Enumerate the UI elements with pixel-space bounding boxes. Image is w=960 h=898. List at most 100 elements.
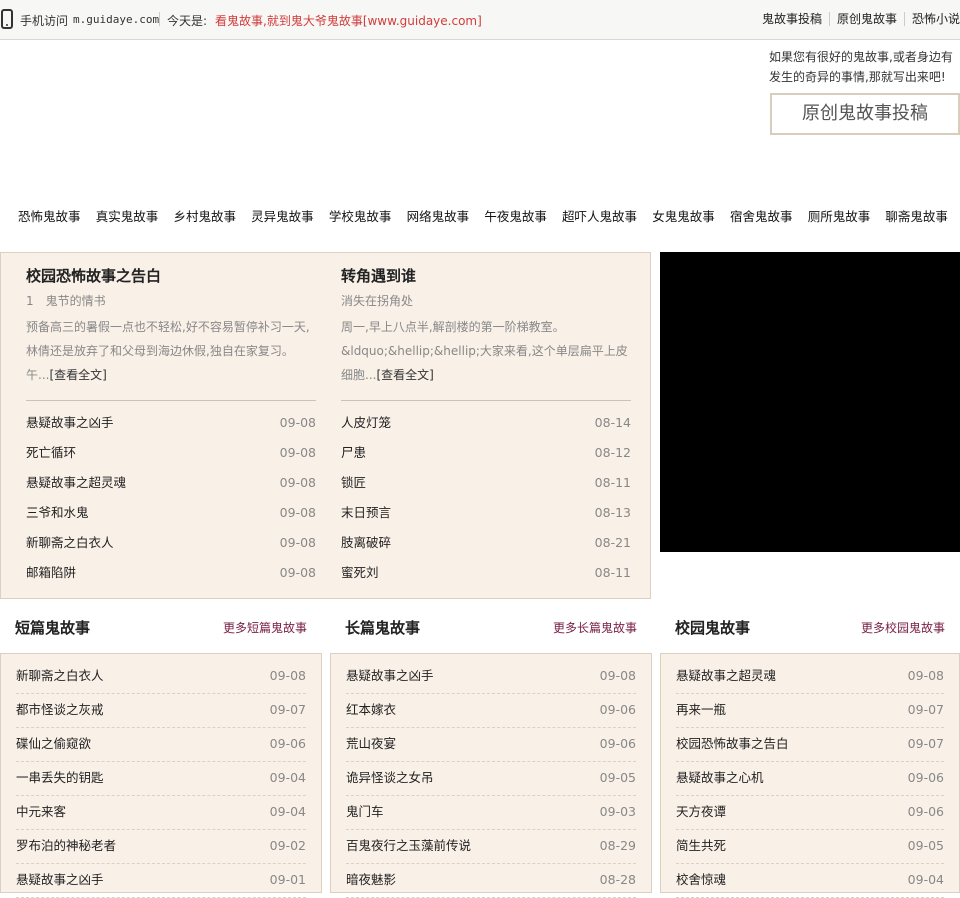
list-item[interactable]: 三爷和水鬼 09-08 [26, 500, 316, 530]
list-item[interactable]: 都市怪谈之灰戒 09-07 [16, 694, 306, 728]
list-item-title[interactable]: 肢离破碎 [341, 530, 391, 560]
list-item[interactable]: 简生共死 09-05 [676, 830, 944, 864]
list-item-title[interactable]: 死亡循环 [26, 440, 76, 470]
nav-item[interactable]: 宿舍鬼故事 [730, 206, 793, 225]
more-link[interactable]: 更多校园鬼故事 [861, 619, 945, 636]
list-item-title[interactable]: 悬疑故事之凶手 [26, 410, 114, 440]
list-item-date: 08-21 [594, 535, 631, 550]
nav-item[interactable]: 午夜鬼故事 [484, 206, 547, 225]
nav-item[interactable]: 厕所鬼故事 [808, 206, 871, 225]
more-link[interactable]: 更多长篇鬼故事 [553, 619, 637, 636]
list-item[interactable]: 百鬼夜行之玉藻前传说 08-29 [346, 830, 636, 864]
list-item[interactable]: 碟仙之偷窥欲 09-06 [16, 728, 306, 762]
list-item-title[interactable]: 天方夜谭 [676, 796, 726, 829]
list-item-title[interactable]: 新聊斋之白衣人 [26, 530, 114, 560]
list-item[interactable]: 悬疑故事之心机 09-06 [676, 762, 944, 796]
list-item-title[interactable]: 悬疑故事之凶手 [346, 660, 434, 693]
featured-title[interactable]: 校园恐怖故事之告白 [26, 265, 161, 286]
list-item[interactable]: 肢离破碎 08-21 [341, 530, 631, 560]
list-item-title[interactable]: 蜜死刘 [341, 560, 379, 590]
list-item[interactable]: 邮箱陷阱 09-08 [26, 560, 316, 590]
list-item-title[interactable]: 鬼门车 [346, 796, 384, 829]
list-item-title[interactable]: 尸患 [341, 440, 366, 470]
list-item[interactable]: 悬疑故事之凶手 09-08 [26, 410, 316, 440]
list-item-title[interactable]: 悬疑故事之心机 [676, 762, 764, 795]
list-item[interactable]: 诡异怪谈之女吊 09-05 [346, 762, 636, 796]
section-title: 长篇鬼故事 [345, 619, 421, 637]
list-item[interactable]: 悬疑故事之超灵魂 09-08 [676, 660, 944, 694]
list-item[interactable]: 鬼门车 09-03 [346, 796, 636, 830]
more-link[interactable]: 更多短篇鬼故事 [223, 619, 307, 636]
mobile-access-link[interactable]: 手机访问 [20, 12, 68, 29]
list-item[interactable]: 罗布泊的神秘老者 09-02 [16, 830, 306, 864]
list-item-date: 09-04 [269, 770, 306, 785]
list-item[interactable]: 新聊斋之白衣人 09-08 [26, 530, 316, 560]
list-item[interactable]: 校舍惊魂 09-04 [676, 864, 944, 898]
list-item[interactable]: 一串丢失的钥匙 09-04 [16, 762, 306, 796]
list-item-date: 09-08 [599, 668, 636, 683]
list-item[interactable]: 红本嫁衣 09-06 [346, 694, 636, 728]
nav-item[interactable]: 灵异鬼故事 [251, 206, 314, 225]
list-item[interactable]: 新聊斋之白衣人 09-08 [16, 660, 306, 694]
list-item-title[interactable]: 锁匠 [341, 470, 366, 500]
list-item[interactable]: 暗夜魅影 08-28 [346, 864, 636, 898]
list-item-title[interactable]: 暗夜魅影 [346, 864, 396, 897]
list-item-title[interactable]: 一串丢失的钥匙 [16, 762, 104, 795]
nav-item[interactable]: 女鬼鬼故事 [652, 206, 715, 225]
nav-item[interactable]: 真实鬼故事 [96, 206, 159, 225]
list-item-title[interactable]: 荒山夜宴 [346, 728, 396, 761]
list-item-title[interactable]: 悬疑故事之超灵魂 [676, 660, 776, 693]
nav-item[interactable]: 网络鬼故事 [407, 206, 470, 225]
list-item-title[interactable]: 悬疑故事之超灵魂 [26, 470, 126, 500]
list-item-title[interactable]: 诡异怪谈之女吊 [346, 762, 434, 795]
top-link-original[interactable]: 原创鬼故事 [828, 12, 904, 26]
list-item-title[interactable]: 人皮灯笼 [341, 410, 391, 440]
list-item-title[interactable]: 校园恐怖故事之告白 [676, 728, 789, 761]
nav-item[interactable]: 恐怖鬼故事 [18, 206, 81, 225]
featured-list: 人皮灯笼 08-14 尸患 08-12 锁匠 08-11 末日预言 08-13 肢离破碎… [341, 410, 631, 590]
nav-item[interactable]: 超吓人鬼故事 [562, 206, 637, 225]
list-item-title[interactable]: 三爷和水鬼 [26, 500, 89, 530]
list-item[interactable]: 再来一瓶 09-07 [676, 694, 944, 728]
list-item-title[interactable]: 校舍惊魂 [676, 864, 726, 897]
contribute-button[interactable]: 原创鬼故事投稿 [770, 93, 960, 135]
list-item[interactable]: 荒山夜宴 09-06 [346, 728, 636, 762]
list-item[interactable]: 尸患 08-12 [341, 440, 631, 470]
nav-item[interactable]: 乡村鬼故事 [173, 206, 236, 225]
list-item[interactable]: 死亡循环 09-08 [26, 440, 316, 470]
list-item[interactable]: 蜜死刘 08-11 [341, 560, 631, 590]
list-item[interactable]: 末日预言 08-13 [341, 500, 631, 530]
list-item-title[interactable]: 新聊斋之白衣人 [16, 660, 104, 693]
list-item-title[interactable]: 简生共死 [676, 830, 726, 863]
today-label: 今天是: [167, 14, 208, 28]
list-item[interactable]: 天方夜谭 09-06 [676, 796, 944, 830]
list-item-title[interactable]: 碟仙之偷窥欲 [16, 728, 91, 761]
list-item[interactable]: 中元来客 09-04 [16, 796, 306, 830]
list-item-title[interactable]: 悬疑故事之凶手 [16, 864, 104, 897]
list-item-date: 09-08 [279, 565, 316, 580]
top-link-contribute[interactable]: 鬼故事投稿 [755, 12, 829, 26]
featured-title[interactable]: 转角遇到谁 [341, 265, 416, 286]
list-item[interactable]: 校园恐怖故事之告白 09-07 [676, 728, 944, 762]
list-item[interactable]: 悬疑故事之超灵魂 09-08 [26, 470, 316, 500]
video-player[interactable] [660, 252, 960, 552]
list-item[interactable]: 悬疑故事之凶手 09-01 [16, 864, 306, 898]
list-item-title[interactable]: 罗布泊的神秘老者 [16, 830, 116, 863]
list-item-title[interactable]: 邮箱陷阱 [26, 560, 76, 590]
list-item-title[interactable]: 都市怪谈之灰戒 [16, 694, 104, 727]
list-item[interactable]: 锁匠 08-11 [341, 470, 631, 500]
list-item-title[interactable]: 百鬼夜行之玉藻前传说 [346, 830, 471, 863]
read-more-link[interactable]: [查看全文] [49, 368, 106, 382]
top-link-horror-novel[interactable]: 恐怖小说 [903, 12, 960, 26]
list-item[interactable]: 人皮灯笼 08-14 [341, 410, 631, 440]
read-more-link[interactable]: [查看全文] [376, 368, 433, 382]
list-item-title[interactable]: 中元来客 [16, 796, 66, 829]
list-item-title[interactable]: 末日预言 [341, 500, 391, 530]
nav-item[interactable]: 聊斋鬼故事 [885, 206, 948, 225]
list-item[interactable]: 悬疑故事之凶手 09-08 [346, 660, 636, 694]
nav-item[interactable]: 学校鬼故事 [329, 206, 392, 225]
list-item-title[interactable]: 再来一瓶 [676, 694, 726, 727]
mobile-url[interactable]: m.guidaye.com [73, 13, 159, 26]
list-item-title[interactable]: 红本嫁衣 [346, 694, 396, 727]
featured-panel: 校园恐怖故事之告白 1 鬼节的情书 预备高三的暑假一点也不轻松,好不容易暂停补习… [0, 252, 651, 599]
